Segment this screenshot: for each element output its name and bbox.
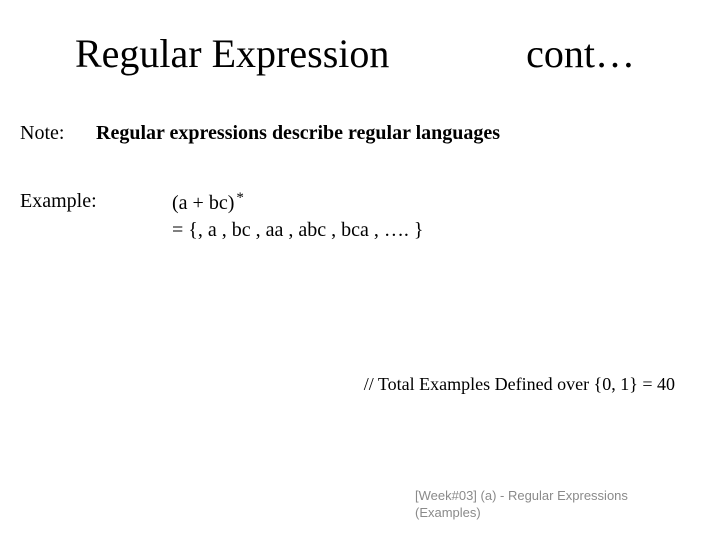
note-row: Note: Regular expressions describe regul… xyxy=(20,122,700,145)
title-left: Regular Expression xyxy=(75,32,389,76)
title-row: Regular Expression cont… xyxy=(0,32,720,76)
example-expression: (a + bc)* xyxy=(172,190,424,217)
note-label: Note: xyxy=(20,122,68,145)
comment-line: // Total Examples Defined over {0, 1} = … xyxy=(0,374,720,395)
example-row: Example: (a + bc)* = {, a , bc , aa , ab… xyxy=(20,190,700,244)
expr-star: * xyxy=(236,190,244,206)
title-right: cont… xyxy=(526,32,635,76)
note-text: Regular expressions describe regular lan… xyxy=(96,122,500,145)
expr-base: (a + bc) xyxy=(172,192,234,214)
slide: Regular Expression cont… Note: Regular e… xyxy=(0,0,720,540)
example-set: = {, a , bc , aa , abc , bca , …. } xyxy=(172,217,424,244)
footer-text: [Week#03] (a) - Regular Expressions (Exa… xyxy=(415,488,675,522)
example-label: Example: xyxy=(20,190,100,213)
example-body: (a + bc)* = {, a , bc , aa , abc , bca ,… xyxy=(172,190,424,244)
